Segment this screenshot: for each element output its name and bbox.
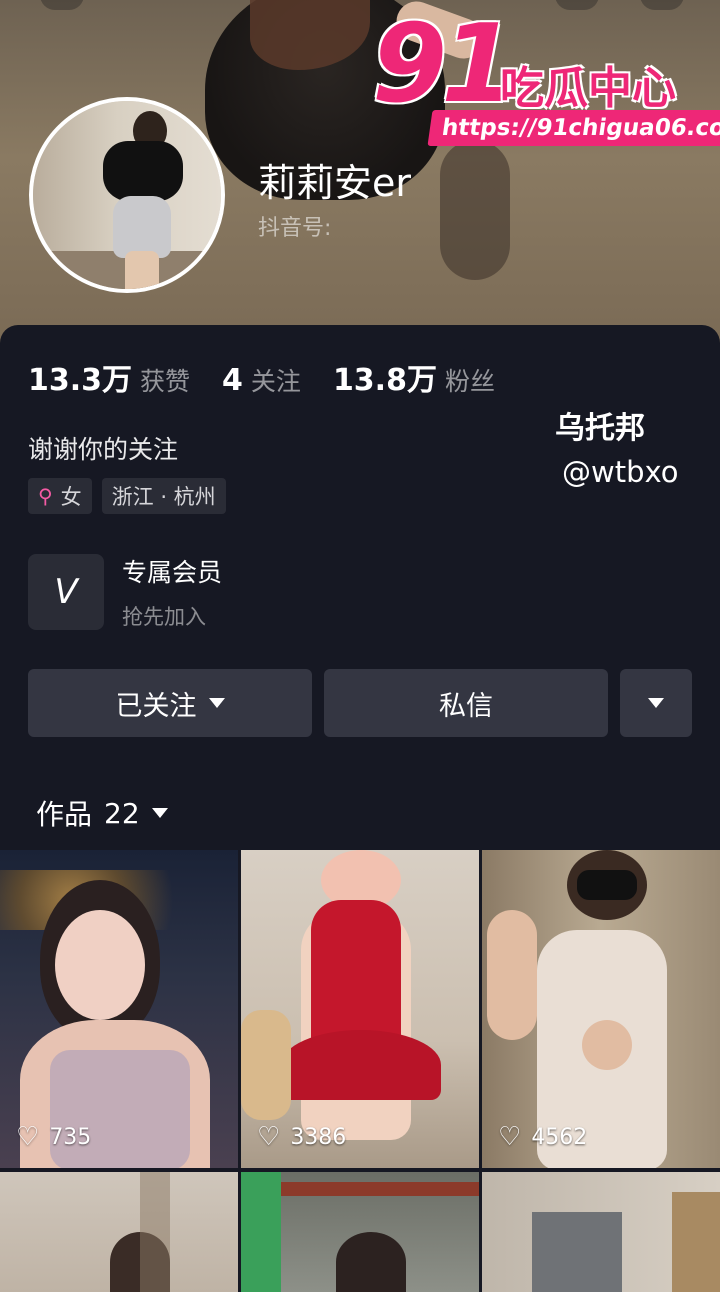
bio: 谢谢你的关注 (28, 435, 179, 464)
video-tile[interactable] (241, 1172, 479, 1292)
heart-icon: ♡ (257, 1122, 281, 1152)
gender-tag: ⚲ 女 (28, 478, 92, 514)
watermark-url: https://91chigua06.com (427, 110, 720, 146)
location-tag: 浙江 · 杭州 (101, 478, 226, 514)
video-tile[interactable]: ♡ 735 (0, 850, 238, 1168)
more-actions-button[interactable] (620, 669, 692, 737)
stat-following[interactable]: 4 关注 (222, 362, 301, 398)
search-button[interactable] (555, 0, 599, 10)
video-tile[interactable] (482, 1172, 720, 1292)
vip-membership[interactable]: V 专属会员 抢先加入 (28, 553, 222, 631)
back-button[interactable] (40, 0, 84, 10)
message-button[interactable]: 私信 (324, 669, 608, 737)
heart-icon: ♡ (16, 1122, 40, 1152)
works-tab[interactable]: 作品 22 (36, 793, 168, 833)
heart-icon: ♡ (498, 1122, 522, 1152)
stats-row: 13.3万 获赞 4 关注 13.8万 粉丝 (28, 355, 527, 399)
stat-followers[interactable]: 13.8万 粉丝 (333, 355, 495, 399)
watermark-name: 乌托邦 (555, 411, 645, 446)
douyin-id-label: 抖音号: (258, 216, 332, 241)
vip-subtitle: 抢先加入 (122, 605, 206, 629)
avatar[interactable] (29, 97, 225, 293)
tags-row: ⚲ 女 浙江 · 杭州 (28, 478, 236, 514)
action-buttons: 已关注 私信 (28, 669, 692, 737)
watermark-text: 吃瓜中心 (500, 63, 676, 114)
watermark-handle: @wtbxo (562, 455, 679, 489)
video-tile[interactable] (0, 1172, 238, 1292)
nickname: 莉莉安er (258, 161, 412, 205)
video-tile[interactable]: ♡ 4562 (482, 850, 720, 1168)
vip-title: 专属会员 (122, 558, 223, 587)
caret-down-icon (648, 698, 664, 708)
following-button[interactable]: 已关注 (28, 669, 312, 737)
vip-icon: V (28, 554, 104, 630)
stat-likes: 13.3万 获赞 (28, 363, 191, 398)
profile-panel: 13.3万 获赞 4 关注 13.8万 粉丝 谢谢你的关注 乌托邦 @wtbxo… (0, 325, 720, 1292)
caret-down-icon (151, 808, 168, 818)
caret-down-icon (208, 698, 225, 708)
female-icon: ⚲ (38, 484, 53, 508)
watermark-number: 91 (372, 2, 516, 127)
video-tile[interactable]: ♡ 3386 (241, 850, 479, 1168)
more-button[interactable] (640, 0, 684, 10)
